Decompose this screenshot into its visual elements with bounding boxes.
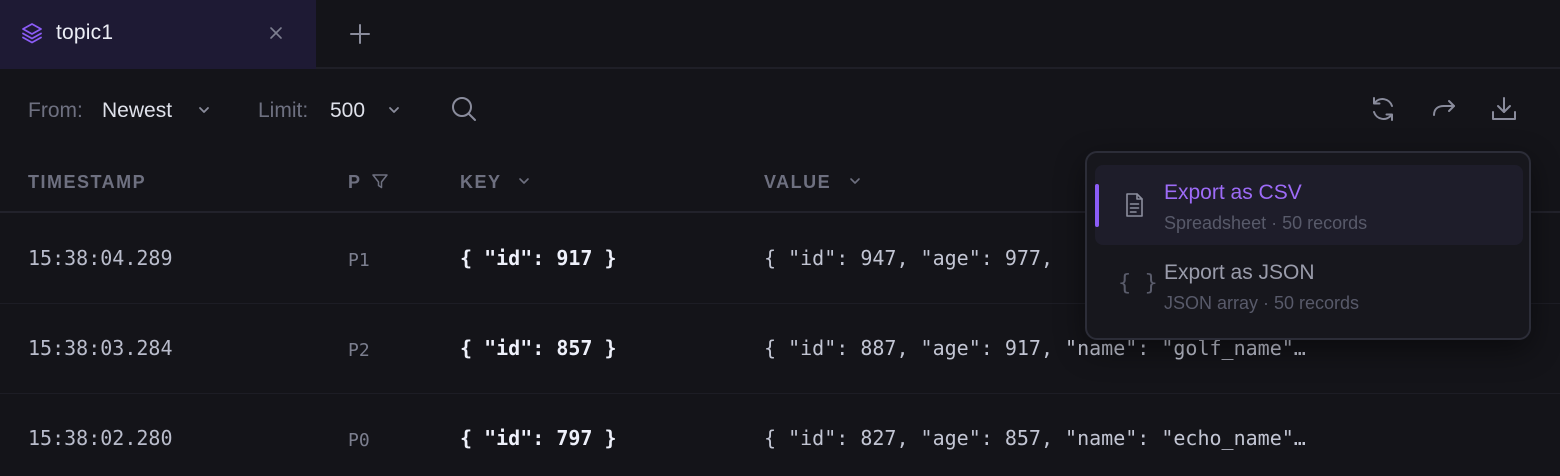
export-csv-subtitle: Spreadsheet · 50 records	[1164, 213, 1368, 233]
tab-topic1[interactable]: topic1	[0, 0, 316, 69]
export-json-subtitle: JSON array · 50 records	[1164, 293, 1360, 313]
chevron-down-icon[interactable]	[846, 172, 864, 190]
chevron-down-icon[interactable]	[196, 102, 212, 118]
column-header-partition[interactable]: P	[348, 172, 362, 193]
limit-select[interactable]: 500	[330, 99, 365, 123]
tab-bar: topic1	[0, 0, 1560, 69]
download-icon[interactable]	[1489, 94, 1519, 124]
file-text-icon	[1126, 193, 1143, 217]
key-cell: { "id": 917 }	[460, 246, 617, 270]
column-header-value[interactable]: VALUE	[764, 172, 831, 193]
json-braces-icon: { }	[1118, 271, 1158, 296]
refresh-icon[interactable]	[1368, 94, 1398, 124]
layers-icon	[22, 23, 42, 44]
export-json-title: Export as JSON	[1164, 261, 1315, 284]
toolbar: From: Newest Limit: 500	[0, 70, 1560, 150]
close-icon[interactable]	[266, 23, 286, 43]
from-select[interactable]: Newest	[102, 99, 172, 123]
partition-cell: P0	[348, 430, 370, 451]
timestamp-cell: 15:38:02.280	[28, 426, 173, 450]
timestamp-cell: 15:38:04.289	[28, 246, 173, 270]
export-csv-title: Export as CSV	[1164, 181, 1302, 204]
timestamp-cell: 15:38:03.284	[28, 336, 173, 360]
from-label: From:	[28, 99, 83, 122]
search-icon[interactable]	[449, 94, 479, 124]
chevron-down-icon[interactable]	[386, 102, 402, 118]
filter-icon[interactable]	[371, 172, 389, 190]
partition-cell: P2	[348, 340, 370, 361]
column-header-timestamp[interactable]: TIMESTAMP	[28, 172, 146, 193]
limit-label: Limit:	[258, 99, 309, 122]
value-cell: { "id": 827, "age": 857, "name": "echo_n…	[764, 426, 1306, 450]
column-header-key[interactable]: KEY	[460, 172, 502, 193]
chevron-down-icon[interactable]	[515, 172, 533, 190]
active-indicator	[1095, 184, 1099, 227]
new-tab-plus-icon[interactable]	[346, 20, 374, 48]
export-menu: Export as CSV Spreadsheet · 50 records {…	[1085, 151, 1531, 340]
value-cell: { "id": 947, "age": 977,	[764, 246, 1053, 270]
partition-cell: P1	[348, 250, 370, 271]
table-row[interactable]: 15:38:02.280 P0 { "id": 797 } { "id": 82…	[0, 394, 1560, 476]
export-json-menu-item[interactable]: { } Export as JSON JSON array · 50 recor…	[1095, 249, 1523, 329]
forward-share-icon[interactable]	[1429, 94, 1459, 124]
export-csv-menu-item[interactable]: Export as CSV Spreadsheet · 50 records	[1095, 165, 1523, 245]
key-cell: { "id": 797 }	[460, 426, 617, 450]
key-cell: { "id": 857 }	[460, 336, 617, 360]
tab-label: topic1	[56, 21, 114, 44]
